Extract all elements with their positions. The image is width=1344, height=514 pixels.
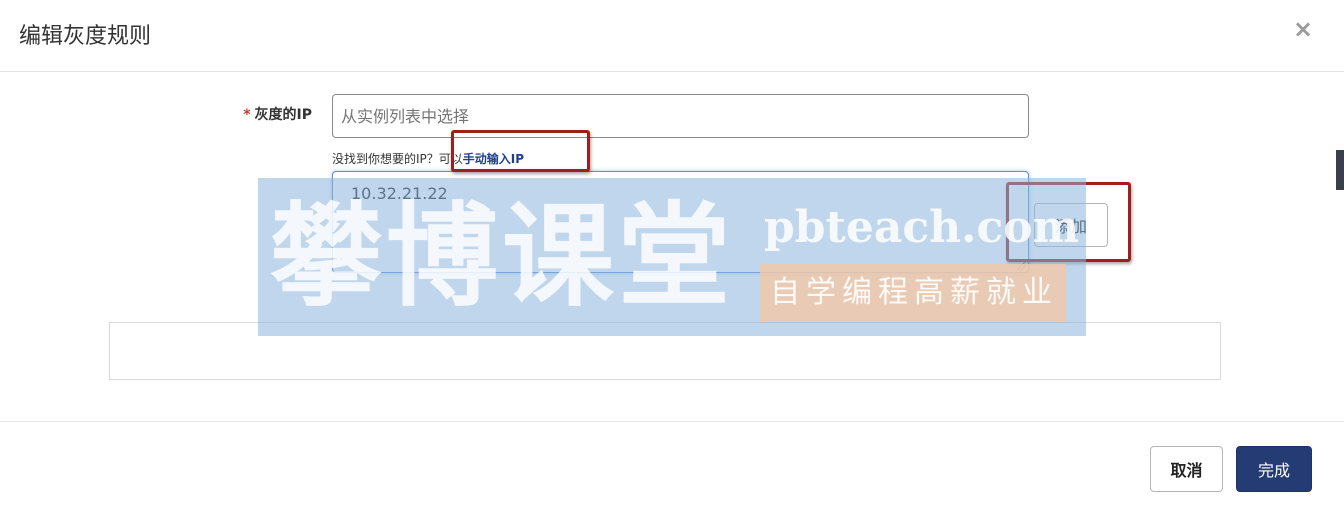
close-icon[interactable]: × bbox=[1290, 16, 1316, 42]
instance-select-input[interactable] bbox=[332, 94, 1029, 138]
ip-textarea[interactable]: 10.32.21.22 bbox=[332, 171, 1029, 273]
edit-gray-rule-dialog: 编辑灰度规则 × *灰度的IP 没找到你想要的IP？可以手动输入IP 10.32… bbox=[0, 0, 1344, 514]
dialog-header: 编辑灰度规则 × bbox=[0, 0, 1344, 72]
dialog-title: 编辑灰度规则 bbox=[19, 24, 152, 49]
help-text-prefix: 没找到你想要的IP？可以 bbox=[332, 152, 463, 166]
dialog-footer bbox=[0, 421, 1344, 514]
help-text: 没找到你想要的IP？可以手动输入IP bbox=[332, 150, 524, 167]
cancel-button[interactable]: 取消 bbox=[1150, 446, 1223, 492]
resize-grip-icon[interactable] bbox=[1015, 259, 1027, 271]
required-mark: * bbox=[243, 107, 251, 123]
ip-label-text: 灰度的IP bbox=[254, 107, 312, 123]
manual-input-ip-link[interactable]: 手动输入IP bbox=[463, 152, 524, 166]
add-button[interactable]: 添加 bbox=[1034, 203, 1108, 247]
ip-field-label: * 灰度的IP bbox=[160, 104, 312, 124]
side-strip bbox=[1336, 150, 1344, 190]
ip-list-box bbox=[109, 322, 1221, 380]
done-button[interactable]: 完成 bbox=[1236, 446, 1312, 492]
